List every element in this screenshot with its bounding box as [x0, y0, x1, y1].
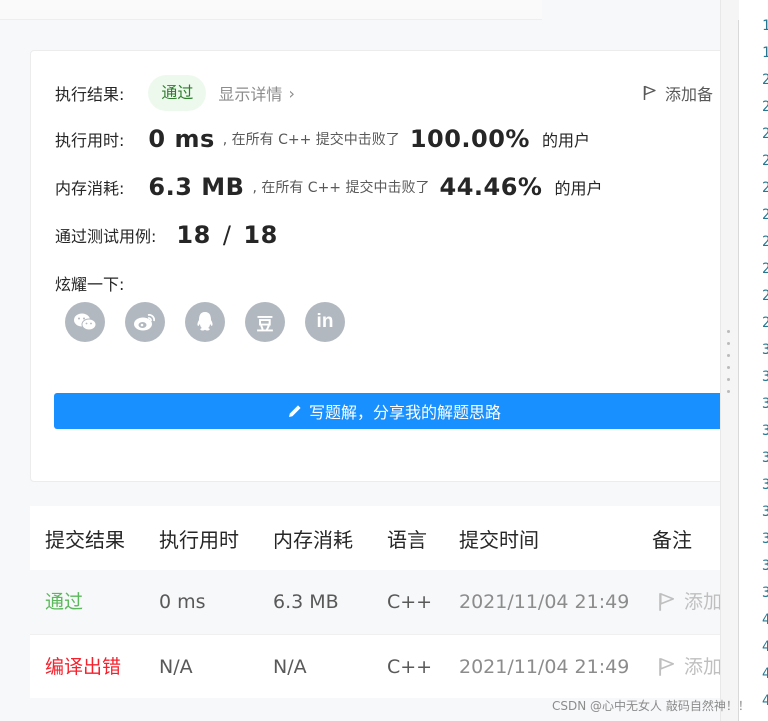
line-number: 3: [762, 423, 768, 439]
memory-users-text: 的用户: [554, 179, 603, 198]
linkedin-icon[interactable]: in: [305, 302, 345, 342]
runtime-beat-text: , 在所有 C++ 提交中击败了: [222, 132, 400, 148]
memory-beat-text: , 在所有 C++ 提交中击败了: [252, 180, 430, 196]
line-number: 2: [762, 72, 768, 88]
runtime-percent: 100.00%: [409, 125, 530, 153]
show-details-link[interactable]: 显示详情 ›: [218, 81, 294, 105]
line-number: 3: [762, 585, 768, 601]
share-label: 炫耀一下:: [55, 275, 125, 294]
pencil-icon: [288, 405, 301, 417]
row-runtime: N/A: [159, 656, 193, 678]
col-memory: 内存消耗: [273, 527, 353, 552]
line-number: 2: [762, 315, 768, 331]
write-solution-label: 写题解，分享我的解题思路: [308, 403, 501, 422]
tests-row: 通过测试用例: 18 / 18: [55, 221, 278, 249]
col-submit-time: 提交时间: [459, 527, 539, 552]
table-header: 提交结果 执行用时 内存消耗 语言 提交时间 备注: [30, 506, 730, 570]
flag-icon: [659, 658, 675, 676]
memory-row: 内存消耗: 6.3 MB , 在所有 C++ 提交中击败了 44.46% 的用户: [55, 173, 602, 201]
top-strip: [0, 0, 542, 20]
line-number: 3: [762, 504, 768, 520]
row-status-link[interactable]: 编译出错: [45, 635, 121, 699]
col-runtime: 执行用时: [159, 527, 239, 552]
line-number: 4: [762, 666, 768, 682]
watermark: CSDN @心中无女人 敲码自然神！！: [552, 699, 750, 713]
row-submit-time: 2021/11/04 21:49: [459, 591, 630, 613]
row-language: C++: [387, 656, 433, 678]
flag-icon: [659, 593, 675, 611]
qq-icon[interactable]: [185, 302, 225, 342]
row-add-note[interactable]: 添加: [658, 635, 722, 699]
result-card: 执行结果: 通过 显示详情 › 添加备 执行用时: 0 ms , 在所有 C++…: [30, 50, 734, 482]
line-number: 2: [762, 180, 768, 196]
line-number: 3: [762, 396, 768, 412]
row-add-note-label: 添加: [684, 656, 723, 678]
row-add-note[interactable]: 添加: [658, 570, 722, 634]
line-number: 1: [762, 45, 768, 61]
runtime-row: 执行用时: 0 ms , 在所有 C++ 提交中击败了 100.00% 的用户: [55, 125, 590, 153]
runtime-users-text: 的用户: [541, 131, 590, 150]
chevron-right-icon: ›: [288, 83, 295, 103]
add-note-button[interactable]: 添加备: [643, 81, 713, 105]
table-row[interactable]: 通过 0 ms 6.3 MB C++ 2021/11/04 21:49 添加: [30, 570, 730, 634]
row-add-note-label: 添加: [684, 591, 723, 613]
line-number: 4: [762, 612, 768, 628]
memory-value: 6.3 MB: [148, 173, 245, 201]
row-language: C++: [387, 591, 433, 613]
line-number: 3: [762, 531, 768, 547]
col-language: 语言: [387, 527, 427, 552]
weibo-icon[interactable]: [125, 302, 165, 342]
tests-passed: 18: [176, 221, 211, 249]
line-number: 3: [762, 369, 768, 385]
col-note: 备注: [652, 527, 692, 552]
drag-dots-icon: [727, 330, 731, 402]
share-icons: 豆 in: [65, 302, 365, 342]
tests-label: 通过测试用例:: [55, 227, 157, 246]
line-number: 2: [762, 234, 768, 250]
line-number: 2: [762, 99, 768, 115]
row-submit-time: 2021/11/04 21:49: [459, 656, 630, 678]
tests-total: 18: [243, 221, 278, 249]
result-label: 执行结果:: [55, 85, 125, 104]
row-memory: N/A: [273, 656, 307, 678]
line-number: 3: [762, 342, 768, 358]
runtime-label: 执行用时:: [55, 131, 125, 150]
line-number: 3: [762, 558, 768, 574]
table-row[interactable]: 编译出错 N/A N/A C++ 2021/11/04 21:49 添加: [30, 634, 730, 698]
status-badge: 通过: [148, 75, 207, 111]
memory-label: 内存消耗:: [55, 179, 125, 198]
row-runtime: 0 ms: [159, 591, 206, 613]
write-solution-button[interactable]: 写题解，分享我的解题思路: [54, 393, 734, 429]
line-number: 2: [762, 261, 768, 277]
result-row: 执行结果: 通过 显示详情 ›: [55, 75, 295, 111]
add-note-label: 添加备: [665, 85, 714, 104]
resize-handle[interactable]: [721, 0, 739, 721]
line-number: 3: [762, 450, 768, 466]
line-number: 1: [762, 18, 768, 34]
memory-percent: 44.46%: [439, 173, 543, 201]
line-number: 3: [762, 477, 768, 493]
line-number: 2: [762, 153, 768, 169]
line-number: 4: [762, 639, 768, 655]
line-number: 2: [762, 207, 768, 223]
share-row: 炫耀一下:: [55, 271, 124, 295]
runtime-value: 0 ms: [148, 125, 215, 153]
line-number: 2: [762, 126, 768, 142]
col-status: 提交结果: [45, 527, 125, 552]
flag-icon: [643, 85, 656, 100]
code-editor-panel: [720, 0, 768, 721]
show-details-label: 显示详情: [218, 85, 283, 104]
wechat-icon[interactable]: [65, 302, 105, 342]
row-memory: 6.3 MB: [273, 591, 339, 613]
douban-icon[interactable]: 豆: [245, 302, 285, 342]
line-number: 2: [762, 288, 768, 304]
tests-separator: /: [222, 221, 232, 249]
submissions-table: 提交结果 执行用时 内存消耗 语言 提交时间 备注 通过 0 ms 6.3 MB…: [30, 506, 730, 721]
row-status-link[interactable]: 通过: [45, 570, 83, 634]
line-number: 4: [762, 693, 768, 709]
